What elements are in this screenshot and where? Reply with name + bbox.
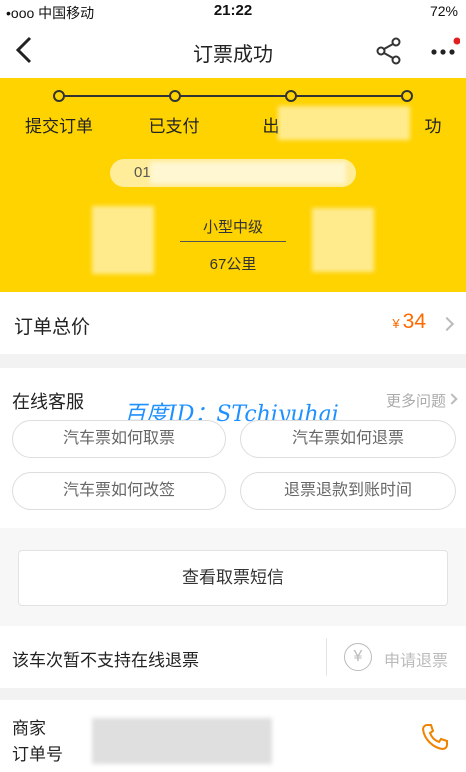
faq-how-to-pickup-button[interactable]: 汽车票如何取票 — [12, 420, 226, 458]
step-dot — [169, 90, 181, 102]
order-number-label: 订单号 — [12, 745, 63, 764]
more-options-icon[interactable] — [428, 36, 460, 66]
refund-row: 该车次暂不支持在线退票 ¥ 申请退票 — [0, 626, 466, 688]
more-questions-link[interactable]: 更多问题 — [386, 390, 446, 411]
phone-icon[interactable] — [420, 722, 450, 752]
merchant-section: 商家 订单号 — [0, 700, 466, 772]
apply-refund-button[interactable]: 申请退票 — [384, 647, 448, 671]
order-total-value: ¥34 — [392, 310, 426, 334]
redacted-merchant-info — [92, 718, 272, 764]
route-distance: 67公里 — [209, 256, 257, 273]
bus-type: 小型中级 — [202, 219, 263, 236]
currency-symbol: ¥ — [392, 316, 400, 331]
price-amount: 34 — [402, 310, 426, 333]
route-line — [180, 241, 286, 242]
order-progress-panel: 提交订单 已支付 出 功 01 小型中级 67公里 — [0, 78, 466, 292]
faq-how-to-change-button[interactable]: 汽车票如何改签 — [12, 472, 226, 510]
merchant-label: 商家 — [12, 719, 46, 738]
order-total-row[interactable]: 订单总价 ¥34 — [0, 292, 466, 354]
step-dot — [53, 90, 65, 102]
redacted-block — [278, 106, 410, 140]
navbar: 订票成功 — [0, 22, 466, 78]
divider — [326, 638, 327, 676]
clock: 21:22 — [213, 2, 253, 19]
order-total-label: 订单总价 — [14, 317, 91, 338]
redacted-block — [150, 162, 346, 184]
status-bar: •ooo 中国移动 21:22 72% — [0, 0, 466, 22]
view-pickup-sms-button[interactable]: 查看取票短信 — [18, 550, 448, 606]
step-dot — [401, 90, 413, 102]
share-icon[interactable] — [374, 36, 404, 66]
chevron-right-icon — [439, 316, 455, 332]
battery-label: 72% — [429, 3, 458, 19]
sms-section: 查看取票短信 — [0, 528, 466, 626]
online-service-label: 在线客服 — [12, 392, 84, 412]
refund-notice: 该车次暂不支持在线退票 — [12, 651, 199, 670]
step-label-paid: 已支付 — [148, 117, 200, 136]
chevron-right-icon — [446, 393, 458, 405]
faq-refund-time-button[interactable]: 退票退款到账时间 — [240, 472, 456, 510]
notification-dot-icon — [453, 37, 460, 45]
yen-icon: ¥ — [344, 643, 372, 671]
online-service-section: 在线客服 更多问题 百度ID：STchiyuhai 汽车票如何取票 汽车票如何退… — [0, 368, 466, 528]
progress-line — [60, 95, 408, 97]
step-dot — [285, 90, 297, 102]
ticket-code: 01 — [134, 164, 151, 181]
faq-how-to-refund-button[interactable]: 汽车票如何退票 — [240, 420, 456, 458]
step-label-submitted: 提交订单 — [25, 117, 93, 136]
